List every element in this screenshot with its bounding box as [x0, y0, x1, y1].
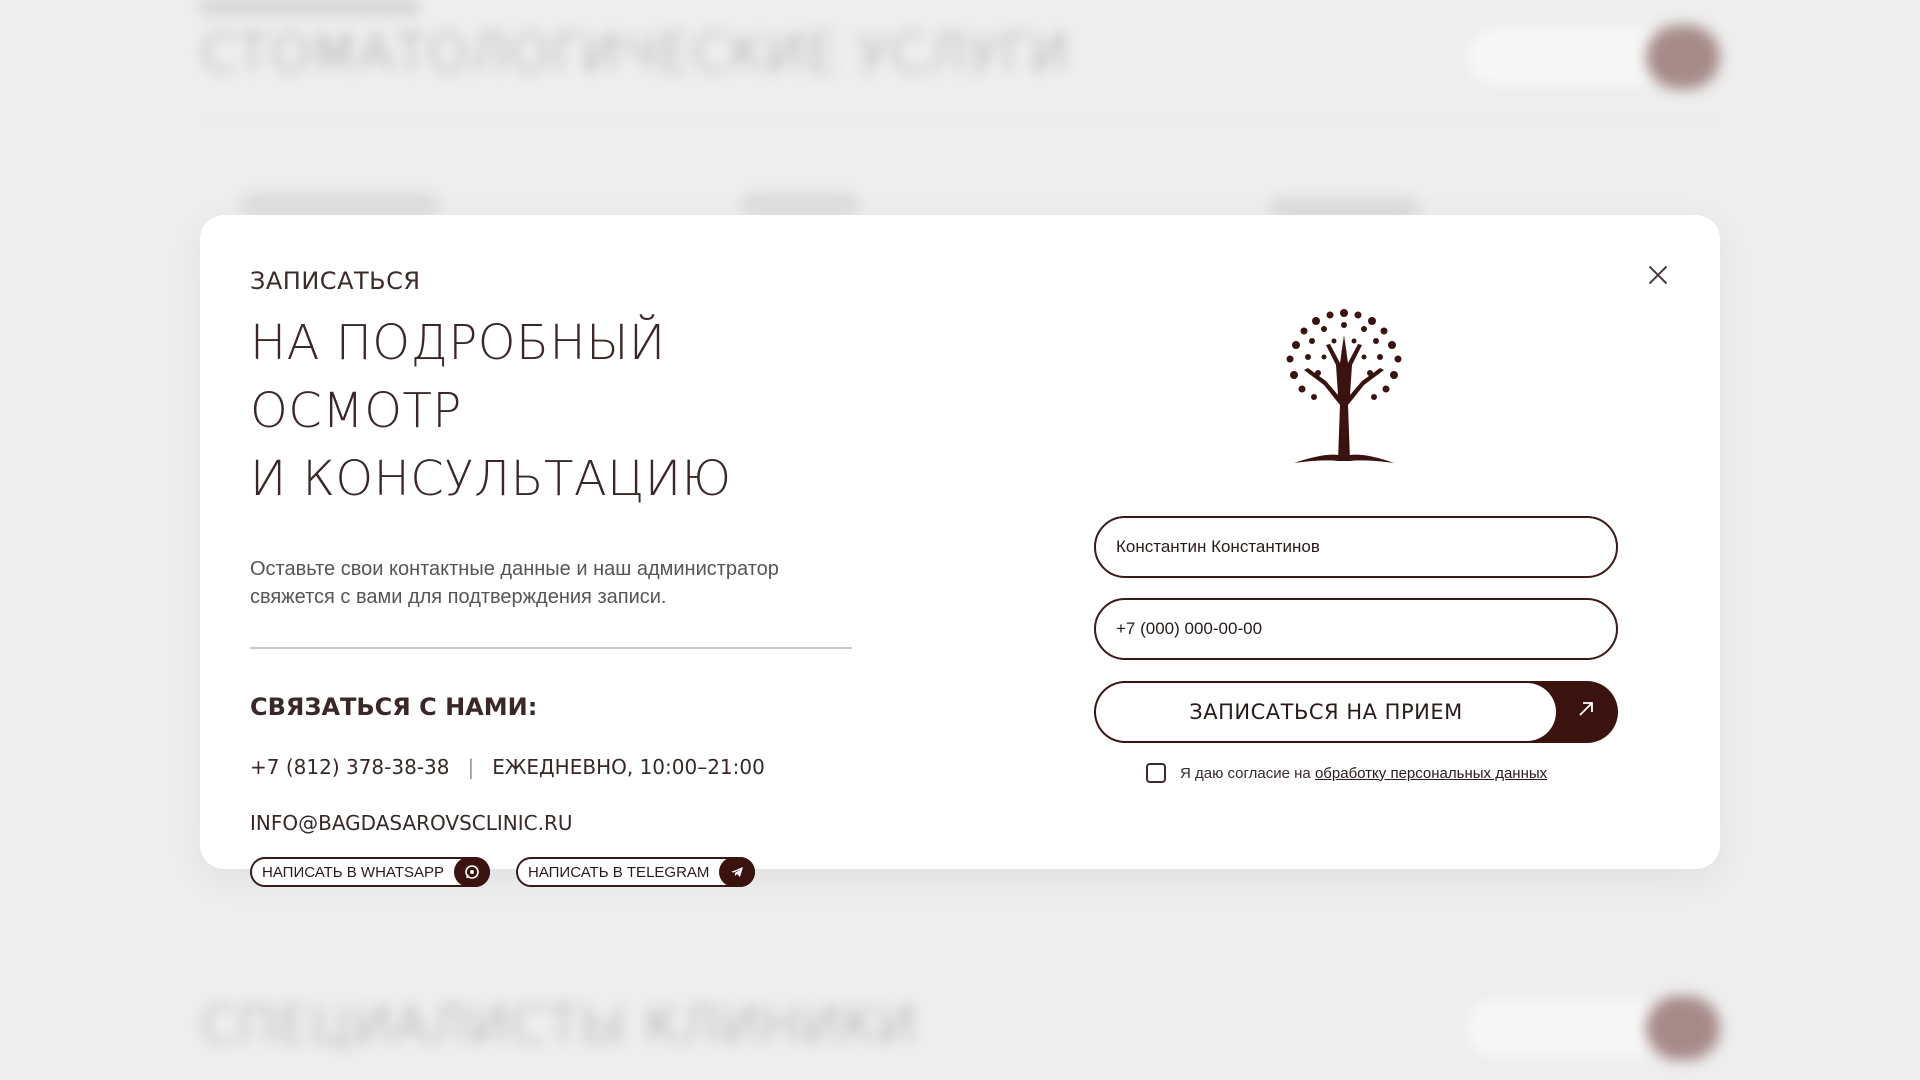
- bg-all-services-button: [1464, 25, 1720, 89]
- privacy-policy-link[interactable]: обработку персональных данных: [1315, 765, 1547, 782]
- telegram-button-label: НАПИСАТЬ В TELEGRAM: [527, 863, 710, 881]
- name-field[interactable]: [1094, 516, 1618, 578]
- phone-field[interactable]: [1094, 598, 1618, 660]
- working-hours: ЕЖЕДНЕВНО, 10:00–21:00: [492, 755, 765, 779]
- modal-title-line2: И КОНСУЛЬТАЦИЮ: [250, 451, 732, 507]
- contact-heading: СВЯЗАТЬСЯ С НАМИ:: [250, 693, 538, 721]
- submit-button[interactable]: ЗАПИСАТЬСЯ НА ПРИЕМ: [1094, 681, 1618, 743]
- consent-text: Я даю согласие на: [1180, 764, 1311, 782]
- messenger-buttons: НАПИСАТЬ В WHATSAPP НАПИСАТЬ В TELEGRAM: [250, 857, 870, 887]
- consent-checkbox[interactable]: [1146, 763, 1166, 783]
- submit-button-label: ЗАПИСАТЬСЯ НА ПРИЕМ: [1096, 683, 1556, 741]
- whatsapp-button[interactable]: НАПИСАТЬ В WHATSAPP: [250, 857, 490, 887]
- consent-row: Я даю согласие на обработку персональных…: [1146, 763, 1547, 783]
- telegram-icon: [719, 857, 756, 887]
- bg-tag: [740, 192, 860, 216]
- email-link[interactable]: INFO@BAGDASAROVSCLINIC.RU: [250, 811, 870, 835]
- divider: [250, 647, 852, 649]
- whatsapp-button-label: НАПИСАТЬ В WHATSAPP: [262, 863, 444, 881]
- booking-form: ЗАПИСАТЬСЯ НА ПРИЕМ Я даю согласие на об…: [1094, 215, 1620, 869]
- bg-kicker: [200, 0, 420, 14]
- modal-kicker: ЗАПИСАТЬСЯ: [250, 267, 421, 295]
- arrow-up-right-icon: [1576, 699, 1596, 725]
- bg-divider: [200, 120, 1720, 122]
- telegram-button[interactable]: НАПИСАТЬ В TELEGRAM: [515, 857, 756, 887]
- bg-services-heading: СТОМАТОЛОГИЧЕСКИЕ УСЛУГИ: [200, 24, 1070, 84]
- modal-info: ЗАПИСАТЬСЯ НА ПОДРОБНЫЙ ОСМОТР И КОНСУЛЬ…: [250, 267, 870, 887]
- whatsapp-icon: [453, 857, 490, 887]
- bg-all-specialists-button: [1464, 996, 1720, 1060]
- phone-link[interactable]: +7 (812) 378-38-38: [250, 755, 449, 779]
- close-icon[interactable]: [1644, 261, 1672, 289]
- separator: |: [467, 755, 475, 779]
- modal-title: НА ПОДРОБНЫЙ ОСМОТР И КОНСУЛЬТАЦИЮ: [250, 309, 870, 513]
- booking-modal: ЗАПИСАТЬСЯ НА ПОДРОБНЫЙ ОСМОТР И КОНСУЛЬ…: [200, 215, 1720, 887]
- modal-description: Оставьте свои контактные данные и наш ад…: [250, 558, 779, 608]
- contact-row: +7 (812) 378-38-38 | ЕЖЕДНЕВНО, 10:00–21…: [250, 755, 870, 779]
- modal-title-line1: НА ПОДРОБНЫЙ ОСМОТР: [250, 315, 666, 439]
- bg-specialists-heading: СПЕЦИАЛИСТЫ КЛИНИКИ: [200, 996, 918, 1056]
- tree-logo: [1286, 309, 1402, 463]
- bg-tag: [240, 192, 440, 216]
